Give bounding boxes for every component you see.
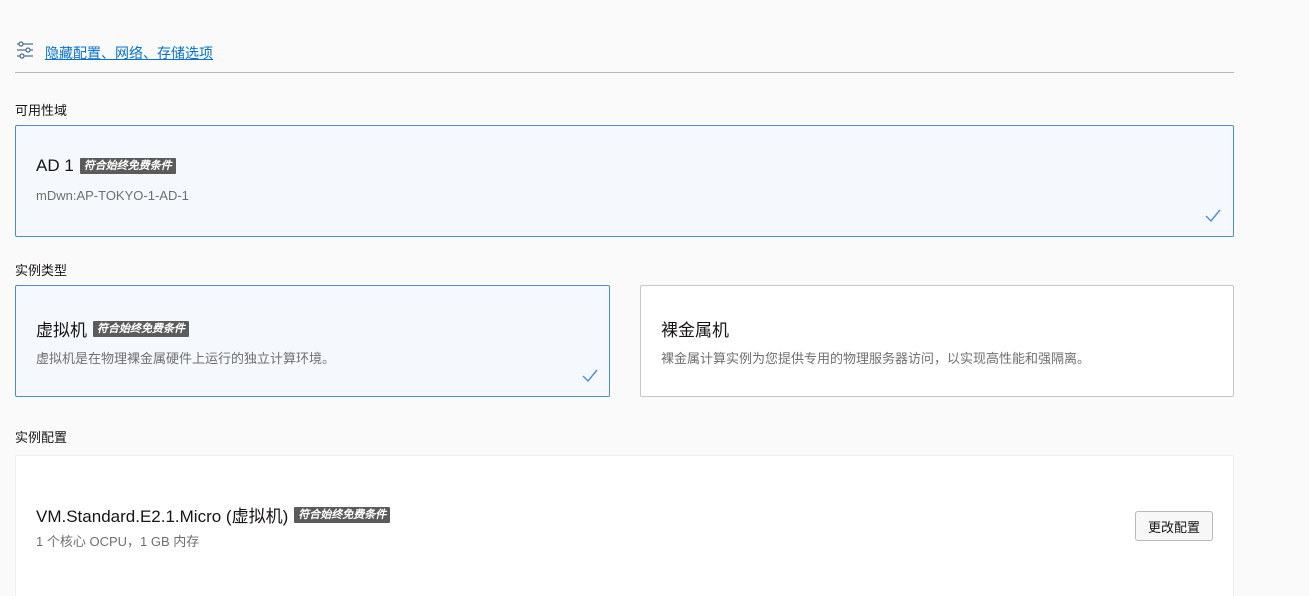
bare-metal-card-title: 裸金属机 — [661, 321, 729, 340]
always-free-badge: 符合始终免费条件 — [93, 320, 189, 337]
availability-domain-label: 可用性域 — [15, 103, 68, 118]
always-free-badge: 符合始终免费条件 — [294, 506, 391, 523]
instance-config-card: VM.Standard.E2.1.Micro (虚拟机) 符合始终免费条件 1 … — [15, 455, 1234, 596]
toggle-options-row[interactable]: 隐藏配置、网络、存储选项 — [15, 40, 213, 65]
always-free-badge: 符合始终免费条件 — [79, 158, 176, 174]
availability-domain-card-ad1[interactable]: AD 1 符合始终免费条件 mDwn:AP-TOKYO-1-AD-1 — [15, 125, 1234, 237]
vm-card-title: 虚拟机 — [36, 321, 87, 340]
instance-type-label: 实例类型 — [15, 263, 68, 278]
sliders-icon — [15, 40, 35, 65]
checkmark-icon — [582, 369, 598, 383]
vm-card-description: 虚拟机是在物理裸金属硬件上运行的独立计算环境。 — [36, 351, 336, 366]
instance-config-label: 实例配置 — [15, 430, 68, 445]
hide-options-link[interactable]: 隐藏配置、网络、存储选项 — [45, 43, 213, 63]
divider — [15, 72, 1234, 73]
instance-type-vm-card[interactable]: 虚拟机 符合始终免费条件 虚拟机是在物理裸金属硬件上运行的独立计算环境。 — [15, 285, 610, 397]
shape-title: VM.Standard.E2.1.Micro (虚拟机) — [36, 507, 289, 526]
change-shape-button[interactable]: 更改配置 — [1135, 511, 1213, 541]
instance-type-bare-metal-card[interactable]: 裸金属机 裸金属计算实例为您提供专用的物理服务器访问，以实现高性能和强隔离。 — [640, 285, 1234, 397]
shape-details: 1 个核心 OCPU，1 GB 内存 — [36, 534, 200, 549]
bare-metal-card-description: 裸金属计算实例为您提供专用的物理服务器访问，以实现高性能和强隔离。 — [661, 351, 1091, 366]
ad-card-title: AD 1 — [36, 156, 74, 175]
ad-card-subtitle: mDwn:AP-TOKYO-1-AD-1 — [36, 188, 189, 203]
checkmark-icon — [1205, 209, 1221, 223]
